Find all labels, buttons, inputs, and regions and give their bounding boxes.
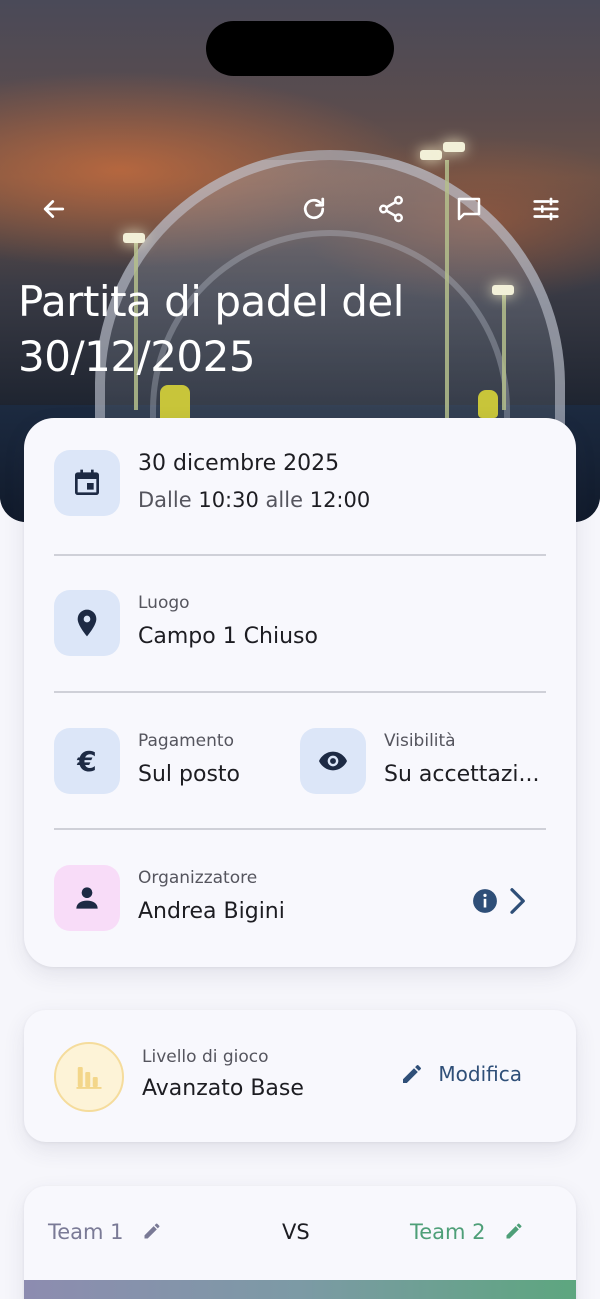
page-title: Partita di padel del 30/12/2025 [18, 277, 404, 381]
team2-label: Team 2 [410, 1220, 486, 1244]
game-level-card: Livello di gioco Avanzato Base Modifica [24, 1010, 576, 1142]
payment-caption: Pagamento [138, 731, 234, 751]
teams-gradient-bar [24, 1280, 576, 1299]
versus-label: VS [282, 1220, 310, 1244]
camera-notch [206, 21, 394, 76]
location-row: Luogo Campo 1 Chiuso [54, 590, 546, 656]
team1-label: Team 1 [48, 1220, 124, 1244]
organizer-caption: Organizzatore [138, 868, 258, 888]
end-time: 12:00 [309, 488, 371, 512]
organizer-value: Andrea Bigini [138, 899, 285, 924]
date-value: 30 dicembre 2025 [138, 451, 340, 476]
pencil-icon [403, 1065, 422, 1083]
calendar-icon [75, 469, 99, 495]
light-lamp [443, 142, 465, 152]
visibility-icon-box [300, 728, 366, 794]
payment-icon-box: € [54, 728, 120, 794]
back-button[interactable] [31, 186, 77, 232]
location-value: Campo 1 Chiuso [138, 624, 318, 649]
edit-level-button[interactable]: Modifica [400, 1062, 522, 1086]
share-button[interactable] [368, 186, 414, 232]
date-icon-box [54, 450, 120, 516]
divider [54, 554, 546, 556]
light-lamp [420, 150, 442, 160]
chevron-right-icon[interactable] [506, 886, 528, 916]
time-range: Dalle 10:30 alle 12:00 [138, 488, 370, 512]
payment-row: € Pagamento Sul posto [54, 728, 284, 794]
team1-edit-button[interactable]: Team 1 [48, 1220, 162, 1244]
light-lamp [492, 285, 514, 295]
person-icon [76, 887, 98, 909]
arrow-left-icon [43, 200, 65, 218]
level-icon-circle [54, 1042, 124, 1112]
location-pin-icon [77, 609, 97, 637]
pencil-icon [144, 1223, 160, 1239]
euro-icon: € [77, 744, 97, 778]
start-time: 10:30 [198, 488, 259, 512]
level-value: Avanzato Base [142, 1076, 304, 1101]
light-lamp [123, 233, 145, 243]
time-prefix: Dalle [138, 488, 192, 512]
divider [54, 691, 546, 693]
date-row: 30 dicembre 2025 Dalle 10:30 alle 12:00 [54, 450, 546, 516]
organizer-row[interactable]: Organizzatore Andrea Bigini [54, 865, 546, 931]
level-caption: Livello di gioco [142, 1047, 269, 1067]
edit-level-label: Modifica [438, 1062, 522, 1086]
player-silhouette [478, 390, 498, 418]
eye-icon [319, 751, 347, 771]
visibility-value: Su accettazi... [384, 762, 540, 787]
info-icon[interactable] [472, 888, 498, 914]
location-icon-box [54, 590, 120, 656]
payment-value: Sul posto [138, 762, 240, 787]
share-icon [379, 195, 403, 223]
organizer-icon-box [54, 865, 120, 931]
refresh-icon [303, 197, 325, 220]
visibility-caption: Visibilità [384, 731, 456, 751]
location-caption: Luogo [138, 593, 190, 613]
light-pole [502, 290, 506, 410]
match-details-card: 30 dicembre 2025 Dalle 10:30 alle 12:00 … [24, 418, 576, 967]
divider [54, 828, 546, 830]
refresh-button[interactable] [291, 186, 337, 232]
teams-card: Team 1 VS Team 2 [24, 1186, 576, 1299]
bar-chart-icon [76, 1067, 102, 1089]
chat-icon [457, 197, 481, 221]
filters-button[interactable] [523, 186, 569, 232]
tune-icon [533, 197, 559, 221]
visibility-row: Visibilità Su accettazi... [300, 728, 546, 794]
chat-button[interactable] [446, 186, 492, 232]
time-mid: alle [265, 488, 304, 512]
team2-edit-button[interactable]: Team 2 [410, 1220, 524, 1244]
pencil-icon [506, 1223, 522, 1239]
